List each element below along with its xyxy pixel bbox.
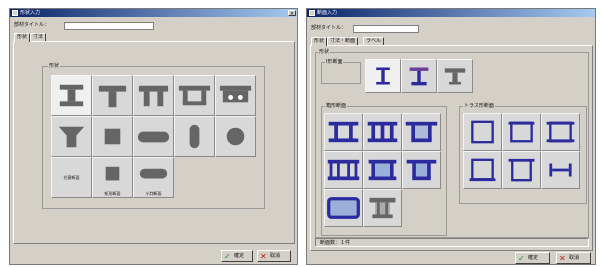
small-oval-cell[interactable]: 小判断面 <box>133 157 174 198</box>
box-filled-icon[interactable] <box>363 151 402 189</box>
shape-group-label: 形状 <box>318 49 331 55</box>
left-window-title: 形状入力 <box>20 10 41 16</box>
square-icon[interactable] <box>92 116 133 157</box>
channel-section-icon[interactable] <box>174 75 215 116</box>
box-three-web-icon[interactable] <box>363 113 402 151</box>
truss-square-bottom-icon[interactable] <box>463 151 502 189</box>
tab-dimension[interactable]: 寸法 <box>30 33 47 41</box>
check-icon: ✓ <box>224 252 231 261</box>
oval-bar-icon[interactable] <box>133 116 174 157</box>
cancel-button[interactable]: ✕ 取消 <box>556 252 591 264</box>
box-section-group-label: 箱形断面 <box>325 103 348 109</box>
left-titlebar: 形状入力 × <box>10 9 297 17</box>
ok-label: 確定 <box>234 253 245 259</box>
truss-square-icon[interactable] <box>463 113 502 151</box>
i-section-wide-icon[interactable] <box>401 59 437 93</box>
ok-label: 確定 <box>528 255 539 261</box>
truss-section-group-label: トラス形断面 <box>463 103 495 109</box>
right-window-title: 断面入力 <box>317 10 338 16</box>
box-two-web-icon[interactable] <box>324 113 363 151</box>
arbitrary-section-cell-label: 任意断面 <box>63 174 80 180</box>
truss-square-flange-icon[interactable] <box>541 113 580 151</box>
t-section-icon[interactable] <box>437 59 473 93</box>
tapered-section-icon[interactable] <box>51 116 92 157</box>
shape-group-label: 形状 <box>48 63 61 69</box>
t-beam-icon[interactable] <box>92 75 133 116</box>
section-count-status: 断面数：１件 <box>315 238 589 247</box>
i-section-group-label: I形断面 <box>325 59 344 65</box>
small-oval-cell-label: 小判断面 <box>145 191 162 196</box>
deck-section-icon[interactable] <box>215 75 256 116</box>
box-filled-cantilever-icon[interactable] <box>402 151 441 189</box>
ok-button[interactable]: ✓ 確定 <box>221 250 253 262</box>
box-round-filled-icon[interactable] <box>324 189 363 227</box>
member-title-label: 部材タイトル： <box>14 22 50 28</box>
arbitrary-section-cell[interactable]: 任意断面 <box>51 157 92 198</box>
cancel-label: 取消 <box>270 253 281 259</box>
tab-shape[interactable]: 形状 <box>311 37 328 46</box>
right-dialog: 断面入力 部材タイトル： 形状 寸法・断面 ラベル 形状 I形断面 箱形断面 ト… <box>306 8 596 265</box>
cancel-button[interactable]: ✕ 取消 <box>257 250 291 262</box>
ok-button[interactable]: ✓ 確定 <box>515 252 550 264</box>
check-icon: ✓ <box>518 254 525 263</box>
left-dialog: 形状入力 × 部材タイトル： 形状 寸法 形状 ✓ 確定 ✕ 取消 任意断面矩形… <box>9 8 298 265</box>
double-t-beam-icon[interactable] <box>133 75 174 116</box>
right-titlebar: 断面入力 <box>307 9 595 17</box>
tab-dimension-section[interactable]: 寸法・断面 <box>327 37 359 45</box>
cancel-x-icon: ✕ <box>260 252 267 261</box>
member-title-input[interactable] <box>353 25 419 33</box>
truss-square-open-icon[interactable] <box>502 151 541 189</box>
cancel-label: 取消 <box>569 255 580 261</box>
truss-square-top-icon[interactable] <box>502 113 541 151</box>
truss-h-link-icon[interactable] <box>541 151 580 189</box>
pedestal-section-icon[interactable] <box>363 189 402 227</box>
app-icon <box>309 10 315 16</box>
h-beam-icon[interactable] <box>51 75 92 116</box>
tab-shape[interactable]: 形状 <box>14 33 31 42</box>
i-section-icon[interactable] <box>365 59 401 93</box>
cancel-x-icon: ✕ <box>559 254 566 263</box>
circle-icon[interactable] <box>215 116 256 157</box>
i-section-group <box>321 62 361 84</box>
member-title-input[interactable] <box>64 22 154 30</box>
box-four-web-icon[interactable] <box>324 151 363 189</box>
close-icon[interactable]: × <box>288 10 296 17</box>
rectangle-cell-label: 矩形断面 <box>104 191 121 196</box>
box-cantilever-icon[interactable] <box>402 113 441 151</box>
tab-label[interactable]: ラベル <box>363 37 385 45</box>
app-icon <box>12 10 18 16</box>
rectangle-cell[interactable]: 矩形断面 <box>92 157 133 198</box>
vertical-capsule-icon[interactable] <box>174 116 215 157</box>
member-title-label: 部材タイトル： <box>311 25 347 31</box>
